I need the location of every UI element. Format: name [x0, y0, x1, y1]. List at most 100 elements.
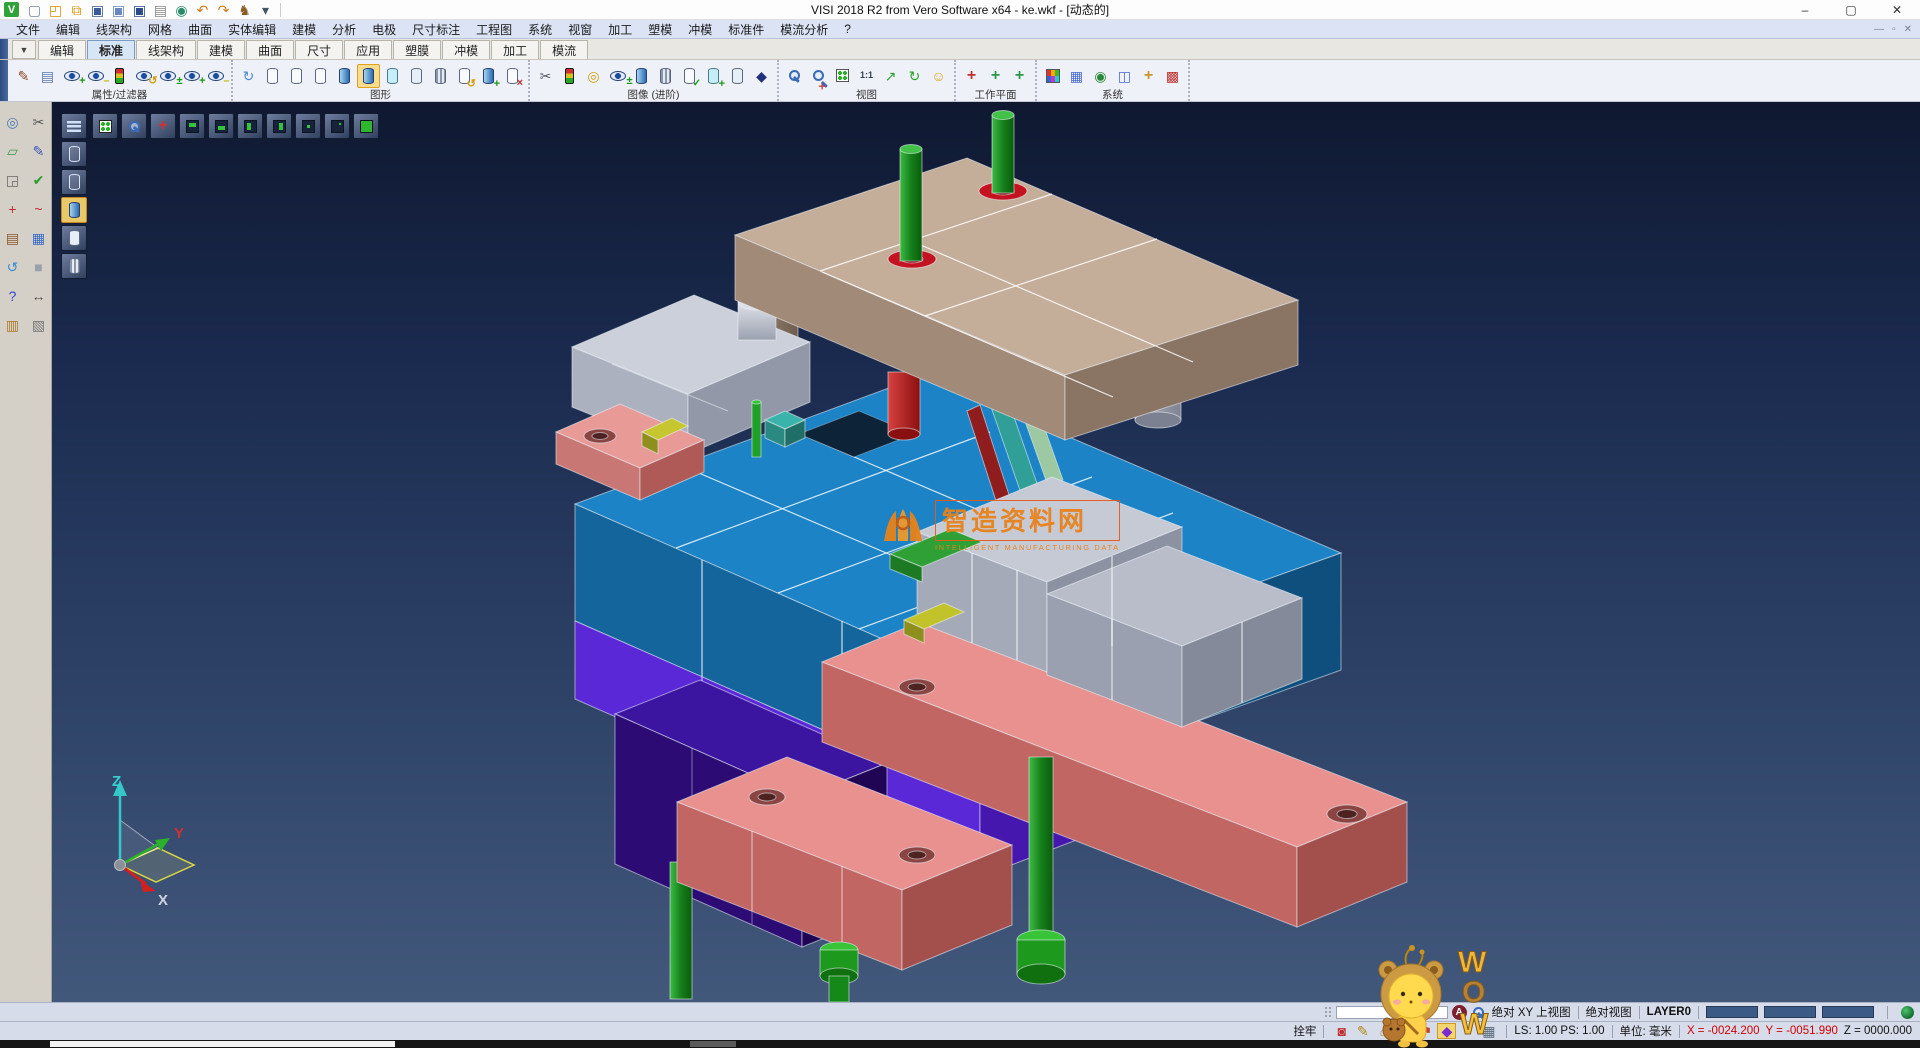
- workplane-rotate-icon[interactable]: +: [1008, 64, 1031, 88]
- copy-view-icon[interactable]: [702, 64, 725, 88]
- fit-view-icon[interactable]: [92, 113, 118, 139]
- curve-edit-icon[interactable]: ~: [27, 197, 50, 220]
- save-icon[interactable]: ▣: [88, 1, 107, 18]
- menu-item[interactable]: 电极: [364, 21, 404, 38]
- menu-item[interactable]: 塑模: [640, 21, 680, 38]
- workplane-entity-icon[interactable]: +: [984, 64, 1007, 88]
- maximize-button[interactable]: ▢: [1828, 0, 1874, 19]
- scrollbar-thumb[interactable]: [690, 1041, 736, 1047]
- print-preview-icon[interactable]: ◉: [172, 1, 191, 18]
- toolbar-options-icon[interactable]: ▾: [256, 1, 275, 18]
- view-back-icon[interactable]: [324, 113, 350, 139]
- zoom-extents-icon[interactable]: [831, 64, 854, 88]
- refresh-model-icon[interactable]: ↺: [1, 255, 24, 278]
- grip-handle[interactable]: [1324, 1006, 1332, 1018]
- menu-item[interactable]: 标准件: [720, 21, 772, 38]
- ghost-view-icon[interactable]: [726, 64, 749, 88]
- chart-icon[interactable]: ▥: [1, 313, 24, 336]
- menu-item[interactable]: 系统: [520, 21, 560, 38]
- solid-cube-icon[interactable]: ■: [27, 255, 50, 278]
- new-file-icon[interactable]: ▢: [25, 1, 44, 18]
- menu-item[interactable]: 网格: [140, 21, 180, 38]
- visibility-toggle-icon[interactable]: [606, 64, 629, 88]
- print-icon[interactable]: ▤: [151, 1, 170, 18]
- grid-plane-icon[interactable]: ▦: [1479, 1023, 1498, 1039]
- zoom-dynamic-icon[interactable]: [121, 113, 147, 139]
- zoom-window-icon[interactable]: [783, 64, 806, 88]
- view-top-icon[interactable]: [179, 113, 205, 139]
- tab[interactable]: 标准: [87, 40, 135, 59]
- filter-refresh-icon[interactable]: [132, 64, 155, 88]
- tab[interactable]: 模流: [540, 40, 588, 59]
- mesh-grid-icon[interactable]: ▩: [1161, 64, 1184, 88]
- tab[interactable]: 塑膜: [393, 40, 441, 59]
- plane-select-icon[interactable]: ▱: [1, 139, 24, 162]
- striped-view-icon[interactable]: [654, 64, 677, 88]
- filter-traffic-icon[interactable]: [108, 64, 131, 88]
- status-search-icon[interactable]: [1473, 1007, 1484, 1018]
- zoom-previous-icon[interactable]: [807, 64, 830, 88]
- no-render-icon[interactable]: [501, 64, 524, 88]
- menu-item[interactable]: 冲模: [680, 21, 720, 38]
- view-bottom-icon[interactable]: [208, 113, 234, 139]
- window-config-icon[interactable]: ◫: [1113, 64, 1136, 88]
- copy-image-icon[interactable]: [477, 64, 500, 88]
- filter-remove-icon[interactable]: [84, 64, 107, 88]
- snap-lock-label[interactable]: 拴牢: [1293, 1023, 1316, 1039]
- regen-icon[interactable]: ↻: [237, 64, 260, 88]
- view-refresh-icon[interactable]: ↻: [903, 64, 926, 88]
- tab[interactable]: 冲模: [442, 40, 490, 59]
- calculator-icon[interactable]: ▦: [1065, 64, 1088, 88]
- render-wireframe-icon[interactable]: [61, 141, 87, 167]
- translucent-icon[interactable]: [381, 64, 404, 88]
- render-smiley-icon[interactable]: ☺: [927, 64, 950, 88]
- status-input[interactable]: [1336, 1006, 1448, 1019]
- render-hidden-icon[interactable]: [61, 169, 87, 195]
- sketch-pen-icon[interactable]: ✎: [27, 139, 50, 162]
- grid-window-icon[interactable]: ▦: [27, 226, 50, 249]
- minimize-button[interactable]: –: [1782, 0, 1828, 19]
- bulb-icon[interactable]: ○: [1458, 1023, 1477, 1039]
- child-minimize-icon[interactable]: —: [1874, 24, 1884, 35]
- menu-item[interactable]: 文件: [8, 21, 48, 38]
- menu-item[interactable]: 工程图: [468, 21, 520, 38]
- menu-item[interactable]: 建模: [284, 21, 324, 38]
- hidden-dashed-icon[interactable]: [309, 64, 332, 88]
- refresh-lock-icon[interactable]: ◙: [1332, 1023, 1351, 1039]
- layer-indicator[interactable]: LAYER0: [1647, 1006, 1691, 1018]
- menu-item[interactable]: 实体编辑: [220, 21, 284, 38]
- command-input[interactable]: [50, 1041, 395, 1047]
- notes-icon[interactable]: ▧: [27, 313, 50, 336]
- gem-view-icon[interactable]: ◆: [750, 64, 773, 88]
- color-swatch[interactable]: [1764, 1006, 1816, 1018]
- solid-view-icon[interactable]: [630, 64, 653, 88]
- advanced-traffic-icon[interactable]: [558, 64, 581, 88]
- tab[interactable]: 应用: [344, 40, 392, 59]
- tab[interactable]: 编辑: [38, 40, 86, 59]
- view-iso-icon[interactable]: [353, 113, 379, 139]
- view-menu-icon[interactable]: [61, 113, 87, 139]
- select-points-icon[interactable]: +: [1137, 64, 1160, 88]
- menu-item[interactable]: 视窗: [560, 21, 600, 38]
- hidden-line-icon[interactable]: [285, 64, 308, 88]
- measure-icon[interactable]: ↔: [27, 284, 50, 307]
- tab[interactable]: 建模: [197, 40, 245, 59]
- section-scissors-icon[interactable]: ✂: [534, 64, 557, 88]
- save-as-icon[interactable]: ▣: [109, 1, 128, 18]
- shaded-edges-icon[interactable]: [357, 64, 380, 88]
- validate-check-icon[interactable]: ✔: [27, 168, 50, 191]
- shaded-icon[interactable]: [333, 64, 356, 88]
- wcs-cube-icon[interactable]: ◆: [1437, 1023, 1456, 1039]
- tab[interactable]: 尺寸: [295, 40, 343, 59]
- color-palette-icon[interactable]: [1041, 64, 1064, 88]
- menu-item[interactable]: 分析: [324, 21, 364, 38]
- viewport-3d[interactable]: + 智造资料网 INTELLIGENT MANUFACTURING DATA: [52, 102, 1920, 1002]
- tab[interactable]: 加工: [491, 40, 539, 59]
- show-remove-icon[interactable]: [204, 64, 227, 88]
- help-icon[interactable]: ?: [1, 284, 24, 307]
- workplane-standard-icon[interactable]: +: [960, 64, 983, 88]
- menu-item[interactable]: 曲面: [180, 21, 220, 38]
- view-right-icon[interactable]: [266, 113, 292, 139]
- menu-item[interactable]: 编辑: [48, 21, 88, 38]
- zoom-scale-icon[interactable]: 1:1: [855, 64, 878, 88]
